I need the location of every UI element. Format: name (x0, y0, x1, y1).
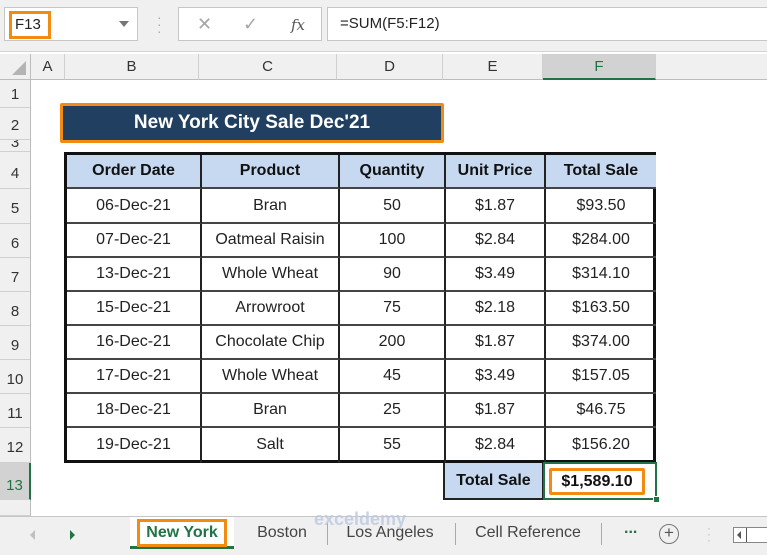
cell-total-sale[interactable]: $157.05 (546, 360, 656, 394)
row-header-12[interactable]: 12 (0, 428, 31, 463)
row-header-2[interactable]: 2 (0, 108, 31, 140)
header-order-date[interactable]: Order Date (67, 155, 202, 189)
cell-total-sale[interactable]: $314.10 (546, 258, 656, 292)
chevron-down-icon[interactable] (119, 21, 129, 27)
scroll-tabs-left-icon[interactable] (30, 530, 35, 540)
formula-toolbar: F13 · · · ✕ ✓ fx =SUM(F5:F12) (0, 0, 767, 52)
split-handle-icon[interactable]: · · · (707, 522, 711, 546)
cell-unit-price[interactable]: $2.18 (446, 292, 546, 326)
cell-product[interactable]: Chocolate Chip (202, 326, 340, 360)
column-header-e[interactable]: E (443, 54, 543, 80)
total-sale-value[interactable]: $1,589.10 (549, 468, 645, 495)
formula-input[interactable]: =SUM(F5:F12) (327, 7, 767, 41)
cell-quantity[interactable]: 200 (340, 326, 446, 360)
horizontal-scrollbar[interactable] (733, 527, 767, 543)
cell-total-sale[interactable]: $374.00 (546, 326, 656, 360)
cell-product[interactable]: Whole Wheat (202, 360, 340, 394)
drag-handle-icon[interactable]: · · · (157, 10, 162, 38)
scrollbar-divider (746, 528, 747, 542)
header-total-sale[interactable]: Total Sale (546, 155, 656, 189)
more-sheets-button[interactable]: ... (624, 520, 637, 538)
header-unit-price[interactable]: Unit Price (446, 155, 546, 189)
name-box[interactable]: F13 (4, 7, 138, 41)
cell-quantity[interactable]: 90 (340, 258, 446, 292)
cell-total-sale[interactable]: $284.00 (546, 224, 656, 258)
cell-unit-price[interactable]: $1.87 (446, 394, 546, 428)
row-header-13[interactable]: 13 (0, 463, 31, 500)
column-header-d[interactable]: D (337, 54, 443, 80)
row-header-7[interactable]: 7 (0, 258, 31, 292)
cell-order-date[interactable]: 16-Dec-21 (67, 326, 202, 360)
row-header-3[interactable]: 3 (0, 140, 31, 152)
insert-function-icon[interactable]: fx (291, 16, 305, 34)
name-box-value[interactable]: F13 (9, 11, 51, 39)
selected-cell-f13[interactable]: $1,589.10 (543, 462, 660, 503)
select-all-triangle-icon (12, 61, 26, 75)
watermark-logo: exceldemy (314, 509, 407, 529)
sheet-tab-new-york[interactable]: New York (130, 517, 234, 549)
cancel-icon[interactable]: ✕ (197, 14, 212, 35)
scroll-left-icon[interactable] (737, 531, 741, 539)
row-header-6[interactable]: 6 (0, 224, 31, 258)
cell-unit-price[interactable]: $3.49 (446, 258, 546, 292)
cell-order-date[interactable]: 18-Dec-21 (67, 394, 202, 428)
enter-icon[interactable]: ✓ (243, 14, 258, 35)
row-header-14[interactable] (0, 500, 31, 516)
cell-product[interactable]: Bran (202, 394, 340, 428)
cell-order-date[interactable]: 13-Dec-21 (67, 258, 202, 292)
tab-separator (455, 523, 456, 545)
sheet-title[interactable]: New York City Sale Dec'21 (60, 103, 444, 143)
cell-quantity[interactable]: 100 (340, 224, 446, 258)
header-quantity[interactable]: Quantity (340, 155, 446, 189)
cell-product[interactable]: Salt (202, 428, 340, 463)
header-product[interactable]: Product (202, 155, 340, 189)
cell-quantity[interactable]: 55 (340, 428, 446, 463)
cell-order-date[interactable]: 17-Dec-21 (67, 360, 202, 394)
cell-quantity[interactable]: 25 (340, 394, 446, 428)
row-header-9[interactable]: 9 (0, 326, 31, 360)
fill-handle[interactable] (653, 496, 660, 503)
add-sheet-icon[interactable]: + (659, 524, 679, 544)
cell-order-date[interactable]: 07-Dec-21 (67, 224, 202, 258)
cell-unit-price[interactable]: $1.87 (446, 326, 546, 360)
cell-total-sale[interactable]: $156.20 (546, 428, 656, 463)
row-header-4[interactable]: 4 (0, 152, 31, 189)
cell-total-sale[interactable]: $46.75 (546, 394, 656, 428)
sheet-tab-cell-reference[interactable]: Cell Reference (463, 517, 593, 549)
total-sale-label[interactable]: Total Sale (443, 463, 544, 500)
sheet-tab-boston[interactable]: Boston (244, 517, 320, 549)
tab-separator (601, 523, 602, 545)
row-header-5[interactable]: 5 (0, 189, 31, 224)
cell-quantity[interactable]: 45 (340, 360, 446, 394)
cell-unit-price[interactable]: $1.87 (446, 189, 546, 224)
cell-product[interactable]: Whole Wheat (202, 258, 340, 292)
cell-product[interactable]: Oatmeal Raisin (202, 224, 340, 258)
cell-product[interactable]: Arrowroot (202, 292, 340, 326)
column-header-f[interactable]: F (543, 54, 656, 80)
row-header-8[interactable]: 8 (0, 292, 31, 326)
formula-buttons: ✕ ✓ fx (178, 7, 322, 41)
scroll-tabs-right-icon[interactable] (70, 530, 75, 540)
cell-order-date[interactable]: 06-Dec-21 (67, 189, 202, 224)
cell-quantity[interactable]: 50 (340, 189, 446, 224)
row-header-10[interactable]: 10 (0, 360, 31, 394)
row-header-1[interactable]: 1 (0, 80, 31, 108)
cell-unit-price[interactable]: $2.84 (446, 428, 546, 463)
column-header-a[interactable]: A (31, 54, 65, 80)
sales-table: Order Date Product Quantity Unit Price Total… (64, 152, 656, 463)
cell-quantity[interactable]: 75 (340, 292, 446, 326)
sheet-tab-label: New York (137, 519, 227, 547)
cell-unit-price[interactable]: $3.49 (446, 360, 546, 394)
row-header-11[interactable]: 11 (0, 394, 31, 428)
column-header-b[interactable]: B (65, 54, 199, 80)
cell-product[interactable]: Bran (202, 189, 340, 224)
cell-order-date[interactable]: 19-Dec-21 (67, 428, 202, 463)
cell-unit-price[interactable]: $2.84 (446, 224, 546, 258)
cell-order-date[interactable]: 15-Dec-21 (67, 292, 202, 326)
cell-total-sale[interactable]: $163.50 (546, 292, 656, 326)
column-header-g[interactable] (656, 54, 767, 80)
column-header-c[interactable]: C (199, 54, 337, 80)
select-all-button[interactable] (0, 54, 31, 80)
cell-total-sale[interactable]: $93.50 (546, 189, 656, 224)
